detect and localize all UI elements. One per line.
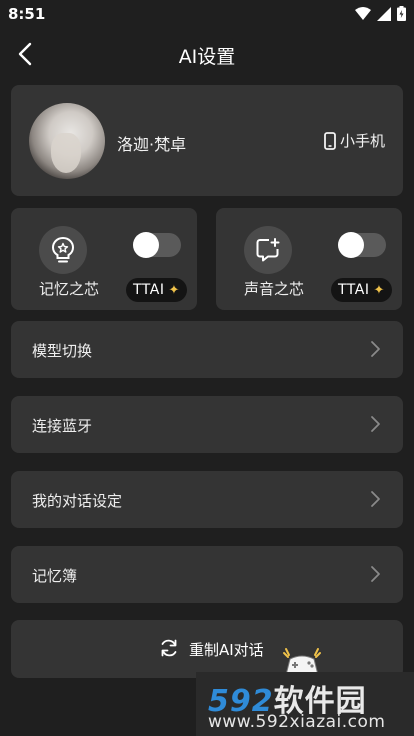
app-header: AI设置 [0, 28, 414, 80]
menu-item-memory-book[interactable]: 记忆簿 [11, 546, 403, 603]
status-bar: 8:51 [0, 0, 414, 28]
device-label: 小手机 [339, 132, 385, 150]
badge-text: TTAI [338, 282, 370, 298]
memory-core-toggle[interactable] [133, 232, 181, 258]
profile-card[interactable]: 洛迦·梵卓 小手机 [11, 85, 403, 196]
voice-core-icon-wrap [244, 226, 292, 274]
profile-name: 洛迦·梵卓 [117, 135, 187, 154]
reset-ai-dialog-button[interactable]: 重制AI对话 [11, 620, 403, 678]
memory-core-label: 记忆之芯 [39, 280, 100, 298]
signal-icon [377, 6, 391, 21]
watermark-url: www.592xiazai.com [208, 712, 386, 732]
status-time: 8:51 [8, 5, 46, 23]
chevron-right-icon [371, 341, 380, 357]
menu-item-label: 连接蓝牙 [32, 417, 93, 435]
voice-core-badge: TTAI ✦ [331, 278, 392, 302]
sparkle-icon: ✦ [168, 282, 180, 298]
avatar[interactable] [29, 103, 105, 179]
chat-add-icon [256, 238, 280, 262]
battery-icon [397, 6, 406, 21]
menu-item-label: 模型切换 [32, 342, 93, 360]
menu-item-label: 记忆簿 [32, 567, 78, 585]
menu-item-bluetooth[interactable]: 连接蓝牙 [11, 396, 403, 453]
voice-core-toggle[interactable] [338, 232, 386, 258]
memory-core-icon-wrap [39, 226, 87, 274]
sparkle-icon: ✦ [373, 282, 385, 298]
device-info[interactable]: 小手机 [324, 130, 385, 151]
menu-item-model-switch[interactable]: 模型切换 [11, 321, 403, 378]
watermark: 592软件园 www.592xiazai.com [196, 672, 414, 736]
refresh-icon [161, 639, 177, 657]
phone-icon [324, 131, 336, 150]
menu-item-dialog-settings[interactable]: 我的对话设定 [11, 471, 403, 528]
wifi-icon [355, 6, 371, 20]
memory-core-card: 记忆之芯 TTAI ✦ [11, 208, 197, 310]
chevron-right-icon [371, 566, 380, 582]
chevron-right-icon [371, 416, 380, 432]
chevron-right-icon [371, 491, 380, 507]
voice-core-card: 声音之芯 TTAI ✦ [216, 208, 402, 310]
badge-text: TTAI [133, 282, 165, 298]
reset-label: 重制AI对话 [189, 641, 264, 659]
memory-core-badge: TTAI ✦ [126, 278, 187, 302]
status-icons [355, 6, 406, 21]
page-title: AI设置 [178, 46, 236, 68]
voice-core-label: 声音之芯 [244, 280, 305, 298]
menu-item-label: 我的对话设定 [32, 492, 123, 510]
lightbulb-star-icon [51, 236, 75, 263]
